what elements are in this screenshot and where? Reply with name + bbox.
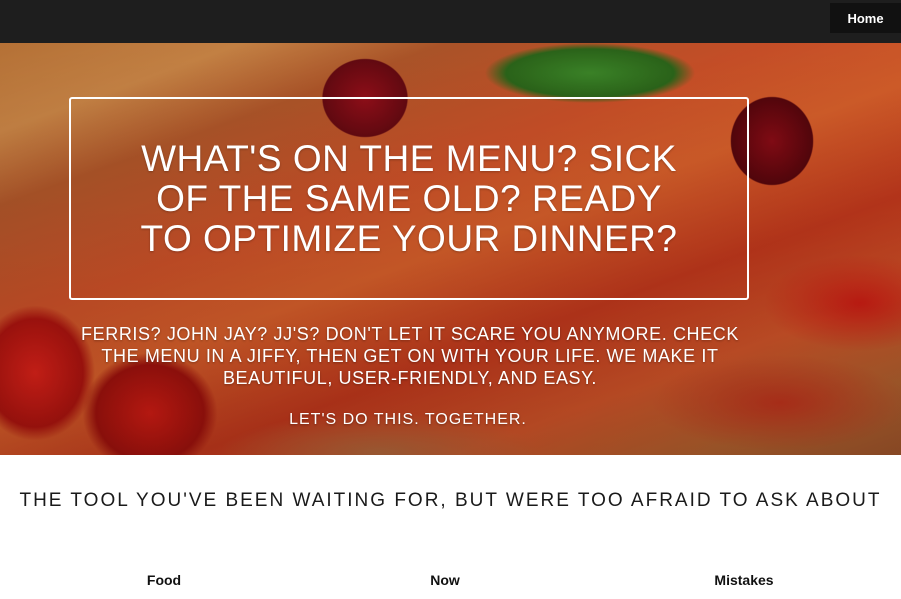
top-navbar: Home (0, 0, 901, 43)
feature-heading-mistakes: Mistakes (714, 572, 774, 588)
feature-heading-now: Now (430, 572, 460, 588)
hero-title-box: WHAT'S ON THE MENU? SICK OF THE SAME OLD… (69, 97, 749, 300)
hero-title: WHAT'S ON THE MENU? SICK OF THE SAME OLD… (140, 137, 678, 259)
nav-home-link[interactable]: Home (830, 3, 901, 33)
hero-cta-text: LET'S DO THIS. TOGETHER. (289, 411, 527, 428)
section-tagline: THE TOOL YOU'VE BEEN WAITING FOR, BUT WE… (19, 490, 882, 511)
hero-subtitle: FERRIS? JOHN JAY? JJ'S? DON'T LET IT SCA… (81, 324, 739, 388)
hero-banner: WHAT'S ON THE MENU? SICK OF THE SAME OLD… (0, 43, 901, 455)
feature-heading-food: Food (146, 572, 182, 588)
